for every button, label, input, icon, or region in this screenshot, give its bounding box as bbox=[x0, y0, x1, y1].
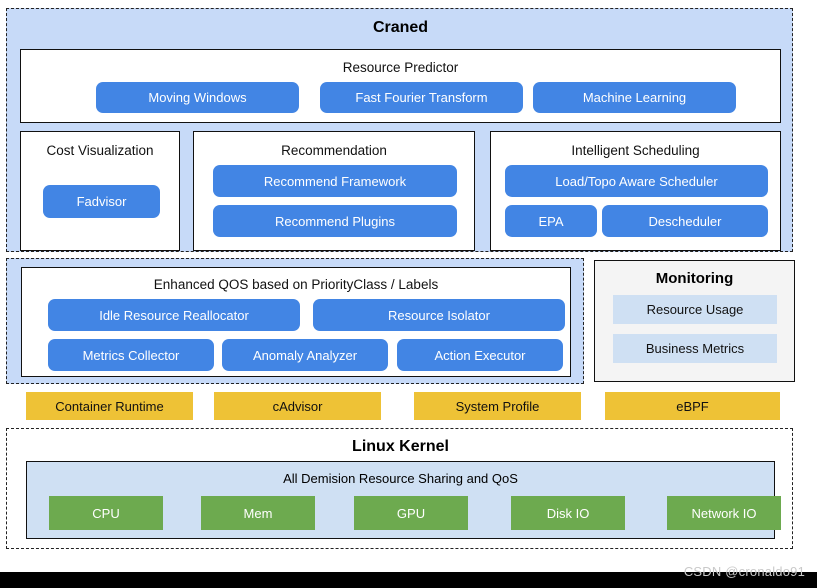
node-container-runtime[interactable]: Container Runtime bbox=[26, 392, 193, 420]
node-moving-windows[interactable]: Moving Windows bbox=[96, 82, 299, 113]
node-recommend-framework[interactable]: Recommend Framework bbox=[213, 165, 457, 197]
cost-visualization-panel: Cost Visualization Fadvisor bbox=[20, 131, 180, 251]
recommendation-panel: Recommendation Recommend Framework Recom… bbox=[193, 131, 475, 251]
monitoring-title: Monitoring bbox=[655, 270, 734, 287]
resource-sharing-panel: All Demision Resource Sharing and QoS CP… bbox=[26, 461, 781, 539]
node-system-profile[interactable]: System Profile bbox=[414, 392, 581, 420]
node-descheduler[interactable]: Descheduler bbox=[602, 205, 768, 237]
linux-kernel-section: Linux Kernel All Demision Resource Shari… bbox=[6, 428, 793, 549]
intelligent-scheduling-title: Intelligent Scheduling bbox=[571, 143, 700, 158]
resource-predictor-title: Resource Predictor bbox=[342, 60, 459, 75]
watermark: CSDN @cronaldo91 bbox=[683, 564, 805, 579]
node-load-topo-aware-scheduler[interactable]: Load/Topo Aware Scheduler bbox=[505, 165, 768, 197]
qos-panel: Enhanced QOS based on PriorityClass / La… bbox=[21, 267, 571, 377]
node-recommend-plugins[interactable]: Recommend Plugins bbox=[213, 205, 457, 237]
node-machine-learning[interactable]: Machine Learning bbox=[533, 82, 736, 113]
node-cadvisor[interactable]: cAdvisor bbox=[214, 392, 381, 420]
craned-title: Craned bbox=[372, 19, 429, 36]
node-network-io[interactable]: Network IO bbox=[667, 496, 781, 530]
intelligent-scheduling-panel: Intelligent Scheduling Load/Topo Aware S… bbox=[490, 131, 781, 251]
node-disk-io[interactable]: Disk IO bbox=[511, 496, 625, 530]
node-ebpf[interactable]: eBPF bbox=[605, 392, 780, 420]
node-mem[interactable]: Mem bbox=[201, 496, 315, 530]
node-cpu[interactable]: CPU bbox=[49, 496, 163, 530]
monitoring-panel: Monitoring Resource Usage Business Metri… bbox=[594, 260, 795, 382]
qos-section: Enhanced QOS based on PriorityClass / La… bbox=[6, 258, 584, 384]
linux-kernel-title: Linux Kernel bbox=[352, 438, 449, 455]
craned-section: Craned Resource Predictor Moving Windows… bbox=[6, 8, 793, 252]
node-resource-isolator[interactable]: Resource Isolator bbox=[313, 299, 565, 331]
qos-title: Enhanced QOS based on PriorityClass / La… bbox=[153, 277, 439, 292]
resource-predictor-panel: Resource Predictor Moving Windows Fast F… bbox=[20, 49, 781, 123]
node-gpu[interactable]: GPU bbox=[354, 496, 468, 530]
diagram-canvas: Craned Resource Predictor Moving Windows… bbox=[0, 0, 817, 588]
node-resource-usage[interactable]: Resource Usage bbox=[613, 295, 777, 324]
node-anomaly-analyzer[interactable]: Anomaly Analyzer bbox=[222, 339, 388, 371]
resource-sharing-title: All Demision Resource Sharing and QoS bbox=[283, 471, 518, 486]
node-epa[interactable]: EPA bbox=[505, 205, 597, 237]
node-idle-resource-reallocator[interactable]: Idle Resource Reallocator bbox=[48, 299, 300, 331]
node-action-executor[interactable]: Action Executor bbox=[397, 339, 563, 371]
node-fast-fourier-transform[interactable]: Fast Fourier Transform bbox=[320, 82, 523, 113]
cost-visualization-title: Cost Visualization bbox=[46, 143, 154, 158]
node-fadvisor[interactable]: Fadvisor bbox=[43, 185, 160, 218]
node-metrics-collector[interactable]: Metrics Collector bbox=[48, 339, 214, 371]
recommendation-title: Recommendation bbox=[281, 143, 387, 158]
node-business-metrics[interactable]: Business Metrics bbox=[613, 334, 777, 363]
